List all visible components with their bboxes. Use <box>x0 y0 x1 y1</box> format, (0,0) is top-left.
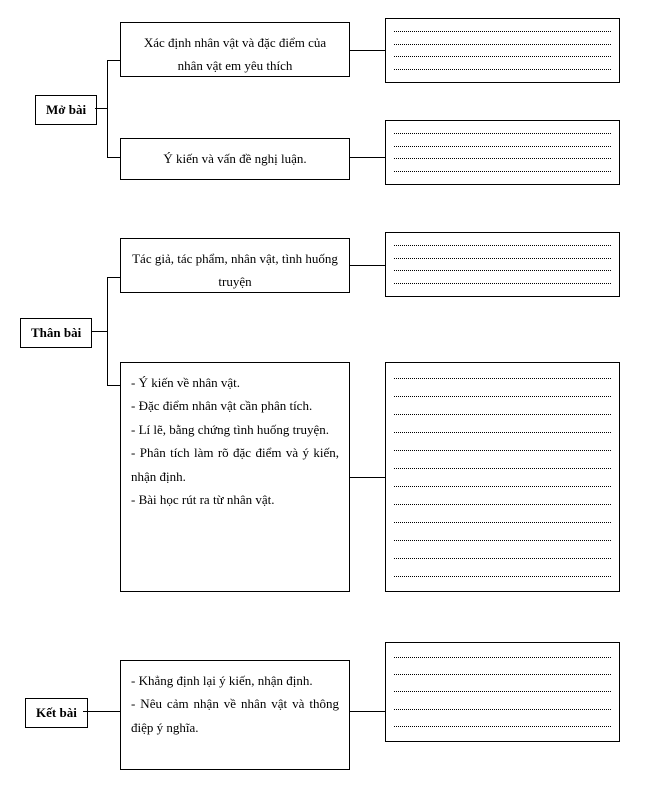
dotted-line <box>394 657 611 658</box>
section-thanbai-label: Thân bài <box>20 318 92 348</box>
box-line: - Khẳng định lại ý kiến, nhận định. <box>131 669 339 692</box>
dotted-line <box>394 31 611 32</box>
dotted-line <box>394 258 611 259</box>
label-text: Mở bài <box>46 102 86 117</box>
dotted-line <box>394 56 611 57</box>
connector <box>92 331 107 332</box>
dotted-line <box>394 396 611 397</box>
connector <box>107 277 120 278</box>
dotted-line <box>394 245 611 246</box>
connector <box>107 157 120 158</box>
dotted-line <box>394 44 611 45</box>
dotted-line <box>394 674 611 675</box>
connector <box>107 385 120 386</box>
box-line: - Nêu cảm nhận về nhân vật và thông điệp… <box>131 692 339 739</box>
dotted-line <box>394 504 611 505</box>
dotted-line <box>394 378 611 379</box>
connector <box>350 265 385 266</box>
connector <box>350 50 385 51</box>
dotted-line <box>394 432 611 433</box>
ketbai-box1: - Khẳng định lại ý kiến, nhận định. - Nê… <box>120 660 350 770</box>
box-line: - Lí lẽ, bằng chứng tình huống truyện. <box>131 418 339 441</box>
mobai-dotted2 <box>385 120 620 185</box>
dotted-line <box>394 158 611 159</box>
dotted-line <box>394 558 611 559</box>
dotted-line <box>394 576 611 577</box>
dotted-line <box>394 146 611 147</box>
connector <box>107 277 108 385</box>
connector <box>107 60 120 61</box>
thanbai-dotted2 <box>385 362 620 592</box>
connector <box>350 157 385 158</box>
dotted-line <box>394 414 611 415</box>
dotted-line <box>394 726 611 727</box>
thanbai-dotted1 <box>385 232 620 297</box>
mobai-box2: Ý kiến và vấn đề nghị luận. <box>120 138 350 180</box>
dotted-line <box>394 450 611 451</box>
dotted-line <box>394 709 611 710</box>
dotted-line <box>394 133 611 134</box>
dotted-line <box>394 691 611 692</box>
label-text: Thân bài <box>31 325 81 340</box>
dotted-line <box>394 270 611 271</box>
section-ketbai-label: Kết bài <box>25 698 88 728</box>
thanbai-box1: Tác giả, tác phẩm, nhân vật, tình huống … <box>120 238 350 293</box>
section-mobai-label: Mở bài <box>35 95 97 125</box>
connector <box>350 477 385 478</box>
dotted-line <box>394 540 611 541</box>
label-text: Kết bài <box>36 705 77 720</box>
thanbai-box2: - Ý kiến về nhân vật. - Đặc điểm nhân vậ… <box>120 362 350 592</box>
dotted-line <box>394 171 611 172</box>
dotted-line <box>394 283 611 284</box>
connector <box>83 711 120 712</box>
box-text: Xác định nhân vật và đặc điểm của nhân v… <box>144 35 326 73</box>
connector <box>107 60 108 157</box>
box-line: - Đặc điểm nhân vật cần phân tích. <box>131 394 339 417</box>
dotted-line <box>394 522 611 523</box>
mobai-box1: Xác định nhân vật và đặc điểm của nhân v… <box>120 22 350 77</box>
mobai-dotted1 <box>385 18 620 83</box>
dotted-line <box>394 69 611 70</box>
box-line: - Phân tích làm rõ đặc điểm và ý kiến, n… <box>131 441 339 488</box>
box-line: - Bài học rút ra từ nhân vật. <box>131 488 339 511</box>
connector <box>95 108 107 109</box>
ketbai-dotted1 <box>385 642 620 742</box>
dotted-line <box>394 486 611 487</box>
box-line: - Ý kiến về nhân vật. <box>131 371 339 394</box>
dotted-line <box>394 468 611 469</box>
box-text: Ý kiến và vấn đề nghị luận. <box>163 147 306 170</box>
connector <box>350 711 385 712</box>
box-text: Tác giả, tác phẩm, nhân vật, tình huống … <box>132 251 338 289</box>
